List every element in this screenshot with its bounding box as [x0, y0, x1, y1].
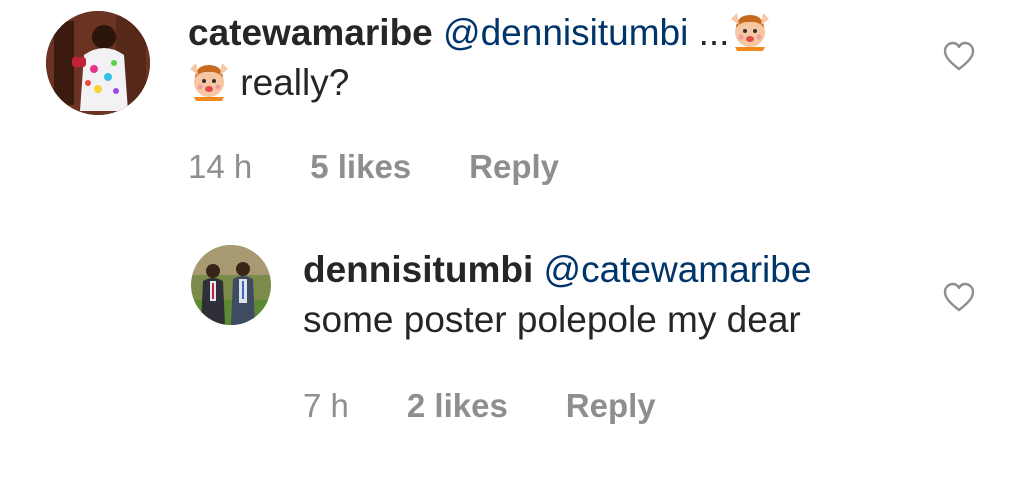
avatar[interactable]: [191, 245, 271, 325]
comment-meta: 14 h 5 likes Reply: [188, 148, 976, 186]
comment: catewamaribe @dennisitumbi ... really? 1…: [46, 8, 976, 186]
avatar[interactable]: [46, 11, 150, 115]
raising-hands-face-emoji-icon: [729, 9, 771, 51]
comment-message: some poster polepole my dear: [303, 299, 801, 340]
avatar-photo: [191, 245, 271, 325]
reply-button[interactable]: Reply: [566, 387, 656, 425]
comment-timestamp: 7 h: [303, 387, 349, 424]
comment-body: dennisitumbi @catewamaribe some poster p…: [303, 245, 976, 425]
comment-mention[interactable]: @catewamaribe: [544, 249, 812, 290]
comment-username[interactable]: catewamaribe: [188, 12, 433, 53]
comments-thread: catewamaribe @dennisitumbi ... really? 1…: [0, 0, 1024, 477]
comment-meta: 7 h 2 likes Reply: [303, 387, 976, 425]
comment-text: dennisitumbi @catewamaribe some poster p…: [303, 245, 953, 345]
comment-likes-count[interactable]: 2 likes: [407, 387, 508, 425]
comment-message-suffix: really?: [230, 62, 350, 103]
comment-username[interactable]: dennisitumbi: [303, 249, 533, 290]
comment-text: catewamaribe @dennisitumbi ... really?: [188, 8, 958, 108]
avatar-photo: [46, 11, 150, 115]
heart-outline-icon[interactable]: [942, 281, 976, 313]
comment-timestamp: 14 h: [188, 148, 253, 185]
raising-hands-face-emoji-icon: [188, 59, 230, 101]
comment-likes-count[interactable]: 5 likes: [310, 148, 411, 186]
reply-comment: dennisitumbi @catewamaribe some poster p…: [191, 245, 976, 425]
heart-outline-icon[interactable]: [942, 40, 976, 72]
comment-message-prefix: ...: [688, 12, 730, 53]
comment-body: catewamaribe @dennisitumbi ... really? 1…: [188, 8, 976, 186]
reply-button[interactable]: Reply: [469, 148, 559, 186]
comment-mention[interactable]: @dennisitumbi: [443, 12, 688, 53]
